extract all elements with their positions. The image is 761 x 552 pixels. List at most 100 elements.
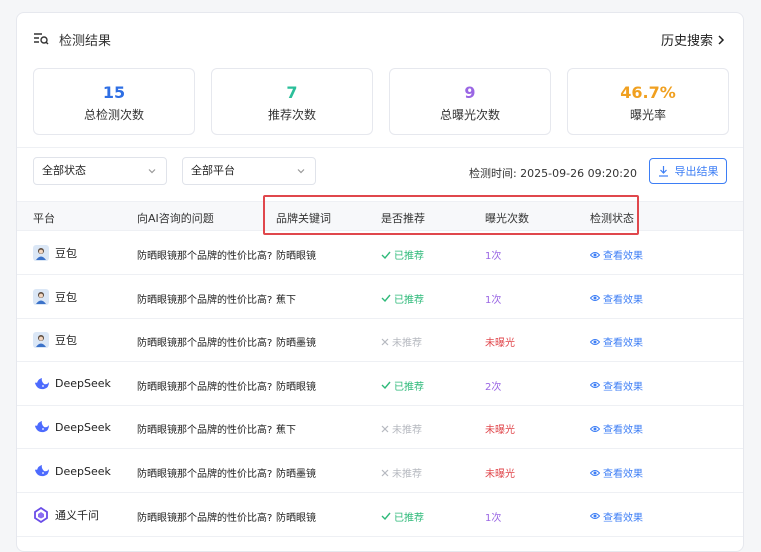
chevron-right-icon — [718, 34, 725, 45]
stat-label: 曝光率 — [629, 108, 666, 122]
row-exposure: 1次 — [485, 294, 502, 306]
view-effect-link[interactable]: 查看效果 — [590, 421, 643, 436]
results-card: 检测结果 历史搜索 15 总检测次数 7 推荐次数 9 总曝光次数 46.7% … — [16, 12, 744, 552]
chevron-down-icon — [297, 169, 305, 174]
cross-icon — [381, 425, 389, 433]
row-keyword: 防晒墨镜 — [276, 469, 316, 480]
row-recommend: 已推荐 — [381, 378, 424, 393]
table-row: 豆包 防晒眼镜那个品牌的性价比高? 防晒眼镜 已推荐 1次 查看效果 — [17, 232, 743, 275]
eye-icon — [590, 425, 600, 432]
view-effect-label: 查看效果 — [603, 469, 643, 480]
row-question: 防晒眼镜那个品牌的性价比高? — [137, 251, 273, 262]
platform-name: 豆包 — [55, 290, 77, 304]
view-effect-label: 查看效果 — [603, 338, 643, 350]
stat-total-detections: 15 总检测次数 — [33, 68, 195, 135]
stat-recommend-count: 7 推荐次数 — [211, 68, 373, 135]
status-filter-select[interactable]: 全部状态 — [33, 157, 167, 185]
row-question: 防晒眼镜那个品牌的性价比高? — [137, 294, 273, 306]
status-filter-value: 全部状态 — [42, 164, 86, 177]
row-exposure: 2次 — [485, 381, 502, 393]
history-search-label: 历史搜索 — [660, 34, 713, 49]
eye-icon — [590, 295, 600, 302]
chevron-down-icon — [148, 169, 156, 174]
view-effect-label: 查看效果 — [603, 251, 643, 262]
stat-exposure-rate: 46.7% 曝光率 — [567, 68, 729, 135]
stat-label: 推荐次数 — [267, 108, 316, 122]
recommend-label: 已推荐 — [394, 512, 424, 524]
eye-icon — [590, 251, 600, 258]
check-icon — [381, 381, 391, 390]
row-recommend: 已推荐 — [381, 247, 424, 262]
stat-value: 15 — [102, 83, 126, 102]
table-row: 通义千问 防晒眼镜那个品牌的性价比高? 防晒眼镜 已推荐 1次 查看效果 — [17, 494, 743, 537]
row-platform: DeepSeek — [33, 376, 111, 392]
recommend-label: 未推荐 — [392, 425, 422, 437]
recommend-label: 未推荐 — [392, 338, 422, 350]
view-effect-link[interactable]: 查看效果 — [590, 247, 643, 262]
check-icon — [381, 294, 391, 303]
platform-filter-select[interactable]: 全部平台 — [182, 157, 316, 185]
history-search-link[interactable]: 历史搜索 — [661, 30, 725, 49]
row-question: 防晒眼镜那个品牌的性价比高? — [137, 512, 273, 524]
stat-label: 总检测次数 — [83, 108, 144, 122]
row-recommend: 未推荐 — [381, 421, 422, 436]
recommend-label: 已推荐 — [394, 294, 424, 306]
filter-search-icon — [34, 33, 49, 45]
platform-name: DeepSeek — [55, 464, 111, 478]
view-effect-label: 查看效果 — [603, 512, 643, 524]
stat-value: 46.7% — [620, 83, 676, 102]
export-results-button[interactable]: 导出结果 — [649, 158, 727, 184]
row-question: 防晒眼镜那个品牌的性价比高? — [137, 338, 273, 350]
deepseek-whale-icon — [33, 419, 49, 435]
cross-icon — [381, 469, 389, 476]
recommend-label: 已推荐 — [394, 251, 424, 262]
row-question: 防晒眼镜那个品牌的性价比高? — [137, 425, 273, 437]
view-effect-link[interactable]: 查看效果 — [590, 334, 643, 349]
doubao-avatar-icon — [33, 332, 49, 349]
row-exposure: 1次 — [485, 251, 502, 262]
recommend-label: 未推荐 — [392, 469, 422, 480]
deepseek-whale-icon — [33, 463, 49, 479]
row-keyword: 蕉下 — [276, 294, 296, 306]
row-question: 防晒眼镜那个品牌的性价比高? — [137, 381, 273, 393]
eye-icon — [590, 338, 600, 345]
row-platform: DeepSeek — [33, 419, 111, 435]
row-exposure: 未曝光 — [485, 469, 515, 480]
tongyi-logo-icon — [33, 506, 49, 523]
row-keyword: 防晒墨镜 — [276, 338, 316, 350]
column-header-question: 向AI咨询的问题 — [137, 212, 214, 225]
row-keyword: 防晒眼镜 — [276, 512, 316, 524]
view-effect-link[interactable]: 查看效果 — [590, 465, 643, 480]
view-effect-link[interactable]: 查看效果 — [590, 378, 643, 393]
detect-time: 检测时间: 2025-09-26 09:20:20 — [468, 167, 637, 180]
table-row: DeepSeek 防晒眼镜那个品牌的性价比高? 蕉下 未推荐 未曝光 查看效果 — [17, 406, 743, 450]
table-row: 豆包 防晒眼镜那个品牌的性价比高? 防晒墨镜 未推荐 未曝光 查看效果 — [17, 319, 743, 363]
eye-icon — [590, 513, 600, 520]
row-platform: 通义千问 — [33, 506, 99, 523]
table-row: 豆包 防晒眼镜那个品牌的性价比高? 蕉下 已推荐 1次 查看效果 — [17, 276, 743, 319]
row-recommend: 已推荐 — [381, 509, 424, 524]
doubao-avatar-icon — [33, 245, 49, 261]
eye-icon — [590, 382, 600, 389]
column-header-platform: 平台 — [33, 212, 55, 225]
table-row: DeepSeek 防晒眼镜那个品牌的性价比高? 防晒墨镜 未推荐 未曝光 查看效果 — [17, 450, 743, 493]
row-recommend: 已推荐 — [381, 291, 424, 306]
row-platform: 豆包 — [33, 245, 77, 261]
view-effect-link[interactable]: 查看效果 — [590, 291, 643, 306]
highlight-box — [263, 195, 639, 235]
table-row: DeepSeek 防晒眼镜那个品牌的性价比高? 防晒眼镜 已推荐 2次 查看效果 — [17, 363, 743, 406]
stat-total-exposure: 9 总曝光次数 — [389, 68, 551, 135]
view-effect-label: 查看效果 — [603, 381, 643, 393]
page-title: 检测结果 — [59, 34, 112, 49]
view-effect-link[interactable]: 查看效果 — [590, 509, 643, 524]
download-icon — [658, 166, 668, 177]
row-platform: 豆包 — [33, 332, 77, 349]
row-exposure: 1次 — [485, 512, 502, 524]
row-platform: 豆包 — [33, 288, 77, 305]
check-icon — [381, 512, 391, 521]
platform-name: 豆包 — [55, 334, 77, 348]
eye-icon — [590, 469, 600, 476]
deepseek-whale-icon — [33, 376, 49, 392]
platform-name: 豆包 — [55, 247, 77, 260]
row-question: 防晒眼镜那个品牌的性价比高? — [137, 469, 273, 480]
